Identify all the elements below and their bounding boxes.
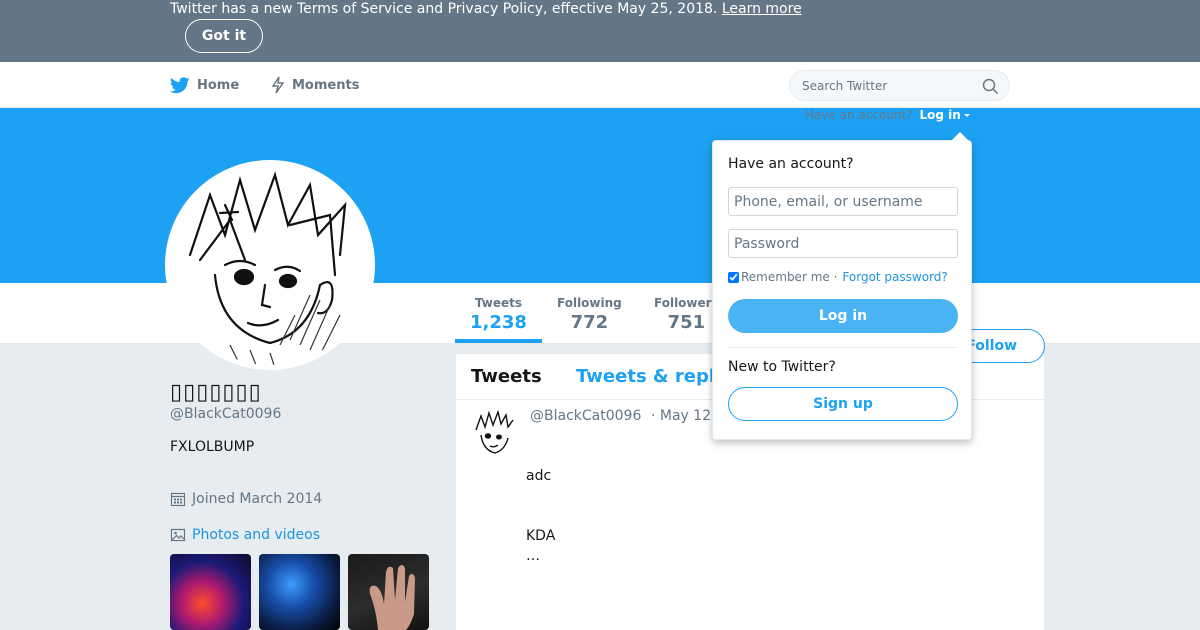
stat-label: Followers <box>654 296 719 310</box>
remember-me-label: Remember me · <box>741 270 838 284</box>
tweet-text-line: KDA <box>526 528 556 544</box>
profile-bio: FXLOLBUMP <box>170 439 255 455</box>
remember-me-checkbox[interactable] <box>728 271 739 283</box>
twitter-bird-icon <box>170 76 190 94</box>
profile-avatar[interactable] <box>165 160 375 370</box>
terms-text: Twitter has a new Terms of Service and P… <box>170 1 718 17</box>
profile-name: ▯▯▯▯▯▯▯ <box>170 380 262 405</box>
dropdown-title: Have an account? <box>728 156 854 172</box>
photo-thumbnail[interactable] <box>259 554 340 630</box>
nav-home-label: Home <box>197 77 240 93</box>
divider <box>728 347 958 348</box>
nav-home[interactable]: Home <box>170 62 239 108</box>
stat-value: 1,238 <box>470 312 527 333</box>
joined-text: Joined March 2014 <box>192 491 323 507</box>
login-button[interactable]: Log in <box>728 299 958 333</box>
terms-notice: Twitter has a new Terms of Service and P… <box>170 0 802 18</box>
new-to-twitter-text: New to Twitter? <box>728 359 836 375</box>
username-field[interactable] <box>728 187 958 216</box>
stat-value: 772 <box>570 312 609 333</box>
top-nav: Home Moments <box>0 62 1200 108</box>
tweet-text-line: adc <box>526 468 552 484</box>
stat-followers[interactable]: Followers 751 <box>654 296 719 333</box>
photos-videos-label: Photos and videos <box>192 527 321 543</box>
stat-following[interactable]: Following 772 <box>557 296 622 333</box>
stat-tweets[interactable]: Tweets 1,238 <box>470 296 527 333</box>
terms-banner: Twitter has a new Terms of Service and P… <box>0 0 1200 62</box>
tweet-avatar[interactable] <box>471 410 518 457</box>
password-field[interactable] <box>728 229 958 258</box>
forgot-password-link[interactable]: Forgot password? <box>842 270 947 284</box>
nav-moments[interactable]: Moments <box>271 62 359 108</box>
tab-tweets[interactable]: Tweets <box>471 366 542 387</box>
tweet-text-line: … <box>526 548 540 564</box>
image-icon <box>170 527 186 543</box>
stat-label: Following <box>557 296 622 310</box>
profile-handle[interactable]: @BlackCat0096 <box>170 406 281 422</box>
search-icon[interactable] <box>982 78 999 99</box>
calendar-icon <box>170 491 186 507</box>
login-dropdown-toggle[interactable]: Log in <box>919 108 960 122</box>
learn-more-link[interactable]: Learn more <box>722 1 802 17</box>
photo-thumbnail[interactable] <box>170 554 251 630</box>
remember-row: Remember me · Forgot password? <box>728 270 948 284</box>
search-box <box>789 70 1010 101</box>
active-tab-indicator <box>455 339 542 343</box>
nav-moments-label: Moments <box>292 77 360 93</box>
profile-joined: Joined March 2014 <box>170 491 322 507</box>
got-it-button[interactable]: Got it <box>185 19 263 53</box>
tweet-handle[interactable]: @BlackCat0096 <box>530 408 641 424</box>
photo-thumbnail[interactable] <box>348 554 429 630</box>
login-dropdown: Have an account? Remember me · Forgot pa… <box>712 132 972 440</box>
signup-button[interactable]: Sign up <box>728 387 958 421</box>
stat-label: Tweets <box>474 296 523 310</box>
tweet-date[interactable]: · May 12 <box>651 408 711 424</box>
have-account-prompt: Have an account? Log in <box>805 108 970 122</box>
photos-videos-link[interactable]: Photos and videos <box>170 527 320 543</box>
lightning-icon <box>271 76 285 94</box>
stat-value: 751 <box>667 312 706 333</box>
caret-down-icon <box>963 114 970 117</box>
search-input[interactable] <box>802 77 972 95</box>
have-account-text: Have an account? <box>805 108 913 122</box>
